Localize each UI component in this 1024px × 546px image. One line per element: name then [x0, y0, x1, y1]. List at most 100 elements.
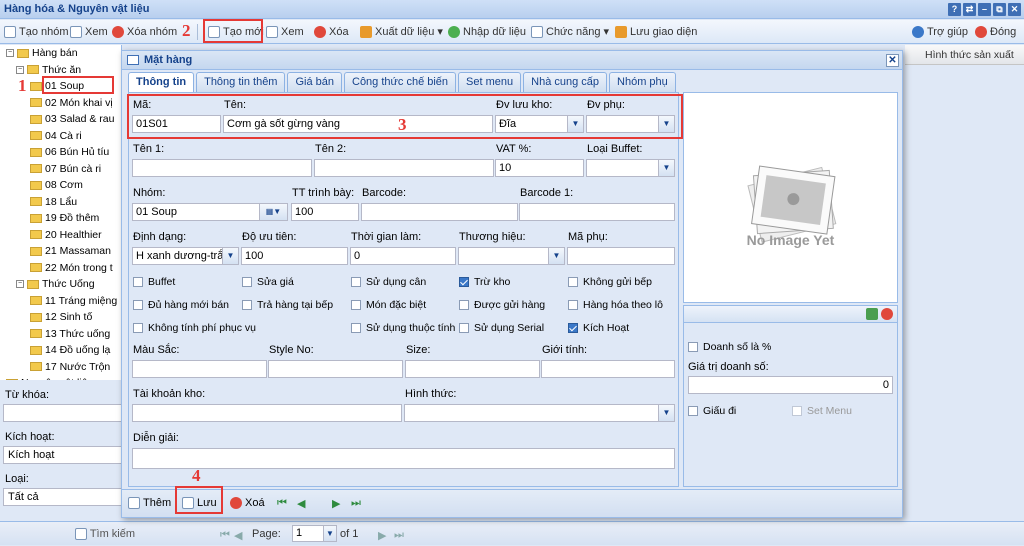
help-button[interactable]: Trợ giúp [912, 23, 968, 41]
prev-page-icon[interactable]: ◀ [234, 529, 242, 542]
tree-item[interactable]: 19 Đồ thêm [30, 211, 99, 225]
add-button[interactable]: Thêm [128, 497, 171, 509]
restore-window-icon[interactable]: ⧉ [993, 3, 1006, 16]
tree-item[interactable]: 17 Nước Trộn [30, 360, 110, 374]
tree-item[interactable]: 13 Thức uống [30, 327, 110, 341]
barcode1-input[interactable] [519, 203, 675, 221]
collapse-toggle-icon[interactable]: − [6, 49, 14, 57]
last-page-icon[interactable]: ⏭ [394, 529, 404, 542]
active-select[interactable]: Kích hoạt [3, 446, 122, 464]
priority-input[interactable]: 100 [241, 247, 348, 265]
create-group-button[interactable]: Tạo nhóm [4, 23, 69, 41]
size-input[interactable] [405, 360, 540, 378]
tree-item[interactable]: Nguyên vật liệu [6, 376, 93, 380]
tree-item[interactable]: − Hàng bán [6, 46, 78, 60]
tab-recipe[interactable]: Công thức chế biến [344, 72, 457, 92]
prev-record-icon[interactable]: ◀ [297, 497, 305, 510]
option-checkbox[interactable]: Sửa giá [242, 276, 294, 288]
delete-button[interactable]: Xóa [314, 23, 349, 41]
tab-supplier[interactable]: Nhà cung cấp [523, 72, 608, 92]
tab-more-info[interactable]: Thông tin thêm [196, 72, 286, 92]
sales-value-input[interactable]: 0 [688, 376, 893, 394]
import-button[interactable]: Nhập dữ liệu [448, 23, 526, 41]
first-page-icon[interactable]: ⏮ [220, 529, 230, 542]
format-select[interactable]: H xanh dương-trắn ▼ [132, 247, 239, 265]
tree-item[interactable]: 03 Salad & rau [30, 112, 114, 126]
page-input[interactable]: 1 ▼ [292, 525, 337, 542]
keyword-input[interactable] [3, 404, 122, 422]
sales-percent-checkbox[interactable]: Doanh số là % [688, 341, 771, 353]
tree-item[interactable]: 02 Món khai vị [30, 96, 113, 110]
style-no-input[interactable] [268, 360, 403, 378]
tree-item[interactable]: 12 Sinh tố [30, 310, 92, 324]
tree-item[interactable]: 04 Cà ri [30, 129, 82, 143]
option-checkbox[interactable]: Được gửi hàng [459, 299, 545, 311]
tree-item[interactable]: 14 Đồ uống lạ [30, 343, 110, 357]
tree-item[interactable]: 21 Massaman [30, 244, 111, 258]
column-header-production[interactable]: Hình thức sản xuất [905, 45, 1024, 65]
brand-select[interactable]: ▼ [458, 247, 565, 265]
search-button[interactable]: Tìm kiếm [0, 521, 210, 545]
tree-item[interactable]: 22 Món trong t [30, 261, 113, 275]
hide-checkbox[interactable]: Giấu đi [688, 405, 736, 417]
view-group-button[interactable]: Xem [70, 23, 108, 41]
tab-price[interactable]: Giá bán [287, 72, 342, 92]
option-checkbox[interactable]: Không gửi bếp [568, 276, 652, 288]
next-page-icon[interactable]: ▶ [378, 529, 386, 542]
save-layout-button[interactable]: Lưu giao diện [615, 23, 697, 41]
tree-item[interactable]: − Thức Uống [16, 277, 95, 291]
tab-subgroup[interactable]: Nhóm phụ [609, 72, 676, 92]
remove-image-icon[interactable] [881, 308, 893, 320]
next-record-icon[interactable]: ▶ [332, 497, 340, 510]
tree-item[interactable]: 18 Lẩu [30, 195, 77, 209]
collapse-toggle-icon[interactable]: − [16, 65, 24, 74]
tree-item[interactable]: 06 Bún Hủ tíu [30, 145, 109, 159]
delete-group-button[interactable]: Xóa nhóm [112, 23, 177, 41]
option-checkbox[interactable]: Sử dụng thuộc tính [351, 322, 455, 334]
refresh-window-icon[interactable]: ⇄ [963, 3, 976, 16]
close-button[interactable]: Đóng [975, 23, 1016, 41]
tree-item[interactable]: − Thức ăn [16, 63, 81, 77]
stock-account-input[interactable] [132, 404, 402, 422]
set-menu-checkbox[interactable]: Set Menu [792, 405, 852, 417]
color-input[interactable] [132, 360, 267, 378]
gender-input[interactable] [541, 360, 675, 378]
display-order-input[interactable]: 100 [291, 203, 359, 221]
option-checkbox[interactable]: Trừ kho [459, 276, 510, 288]
add-image-icon[interactable] [866, 308, 878, 320]
subcode-input[interactable] [567, 247, 675, 265]
name1-input[interactable] [132, 159, 312, 177]
view-button[interactable]: Xem [266, 23, 304, 41]
option-checkbox[interactable]: Sử dụng Serial [459, 322, 544, 334]
last-record-icon[interactable]: ⏭ [351, 497, 361, 510]
prep-time-input[interactable]: 0 [350, 247, 456, 265]
minimize-window-icon[interactable]: – [978, 3, 991, 16]
option-checkbox[interactable]: Sử dụng cân [351, 276, 426, 288]
close-window-icon[interactable]: ✕ [1008, 3, 1021, 16]
functions-button[interactable]: Chức năng ▾ [531, 23, 609, 41]
dialog-close-icon[interactable]: ✕ [886, 54, 899, 67]
collapse-toggle-icon[interactable]: − [16, 280, 24, 288]
form-select[interactable]: ▼ [404, 404, 675, 422]
option-checkbox[interactable]: Đủ hàng mới bán [133, 299, 229, 311]
image-panel[interactable]: No Image Yet [683, 92, 898, 303]
option-checkbox[interactable]: Không tính phí phục vụ [133, 322, 256, 334]
option-checkbox[interactable]: Món đặc biệt [351, 299, 426, 311]
group-select[interactable]: 01 Soup ▦▼ [132, 203, 288, 221]
option-checkbox[interactable]: Hàng hóa theo lô [568, 299, 663, 311]
buffet-type-select[interactable]: ▼ [586, 159, 675, 177]
tree-item[interactable]: 20 Healthier [30, 228, 102, 242]
first-record-icon[interactable]: ⏮ [277, 497, 287, 510]
tree-item[interactable]: 07 Bún cà ri [30, 162, 101, 176]
delete-item-button[interactable]: Xoá [230, 497, 265, 509]
description-input[interactable] [132, 448, 675, 469]
barcode-input[interactable] [361, 203, 518, 221]
tree-item[interactable]: 11 Tráng miệng [30, 294, 117, 308]
export-button[interactable]: Xuất dữ liệu ▾ [360, 23, 443, 41]
name2-input[interactable] [314, 159, 494, 177]
option-checkbox[interactable]: Trả hàng tại bếp [242, 299, 333, 311]
option-checkbox[interactable]: Buffet [133, 276, 175, 288]
help-window-icon[interactable]: ? [948, 3, 961, 16]
tab-set-menu[interactable]: Set menu [458, 72, 522, 92]
group-picker-icon[interactable]: ▦▼ [259, 204, 287, 220]
